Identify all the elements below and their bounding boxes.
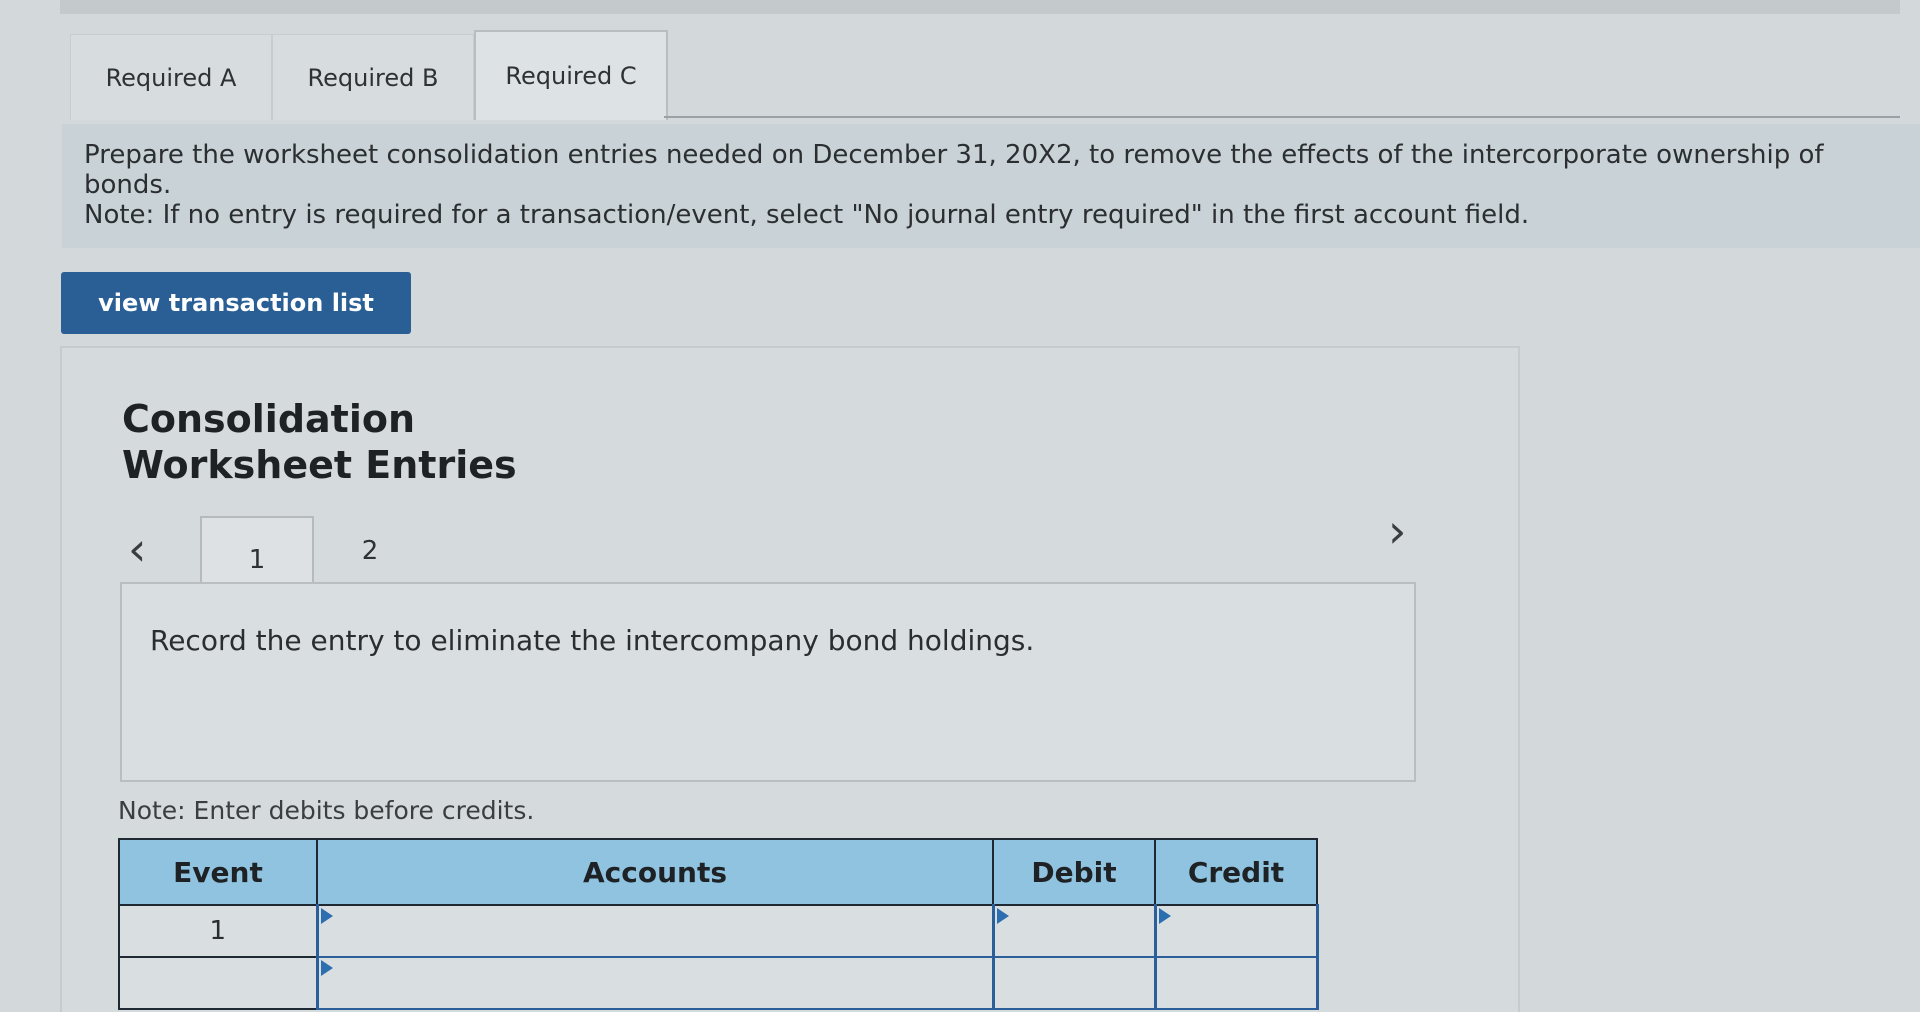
entry-instruction: Record the entry to eliminate the interc… [150,624,1035,657]
account-select[interactable] [315,904,995,958]
chevron-left-icon[interactable]: ‹ [128,526,146,572]
table-header-row: Event Accounts Debit Credit [118,838,1318,906]
debit-input[interactable] [991,904,1157,958]
input-marker-icon [996,908,1009,924]
panel-title-line1: Consolidation [122,397,416,441]
tab-required-b[interactable]: Required B [272,34,474,120]
credit-input[interactable] [1153,956,1319,1010]
instructions-note: Note: If no entry is required for a tran… [84,200,1530,230]
accounts-header: Accounts [316,838,994,906]
chevron-right-icon[interactable]: › [1388,508,1406,554]
instructions-text: Prepare the worksheet consolidation entr… [84,140,1824,200]
view-transaction-list-button[interactable]: view transaction list [61,272,411,334]
journal-entry-table: Event Accounts Debit Credit 1 [118,838,1319,1010]
top-strip [60,0,1900,14]
table-row: 1 [118,904,1319,958]
tab-divider [664,116,1900,118]
credit-header: Credit [1154,838,1318,906]
table-row [118,956,1319,1010]
debit-note: Note: Enter debits before credits. [118,796,535,825]
debit-header: Debit [992,838,1156,906]
panel-title: Consolidation Worksheet Entries [122,396,602,488]
debit-input[interactable] [991,956,1157,1010]
event-header: Event [118,838,318,906]
input-marker-icon [1158,908,1171,924]
entry-description-box [120,582,1416,782]
tab-required-c[interactable]: Required C [474,30,668,120]
page-tab-2[interactable]: 2 [340,526,400,576]
event-cell [118,956,318,1010]
dropdown-marker-icon [320,908,333,924]
panel-title-line2: Worksheet Entries [122,443,517,487]
event-cell: 1 [118,904,318,958]
credit-input[interactable] [1153,904,1319,958]
instructions-box: Prepare the worksheet consolidation entr… [62,124,1920,248]
requirement-tabs: Required A Required B Required C [70,30,668,120]
account-select[interactable] [315,956,995,1010]
tab-required-a[interactable]: Required A [70,34,272,120]
dropdown-marker-icon [320,960,333,976]
